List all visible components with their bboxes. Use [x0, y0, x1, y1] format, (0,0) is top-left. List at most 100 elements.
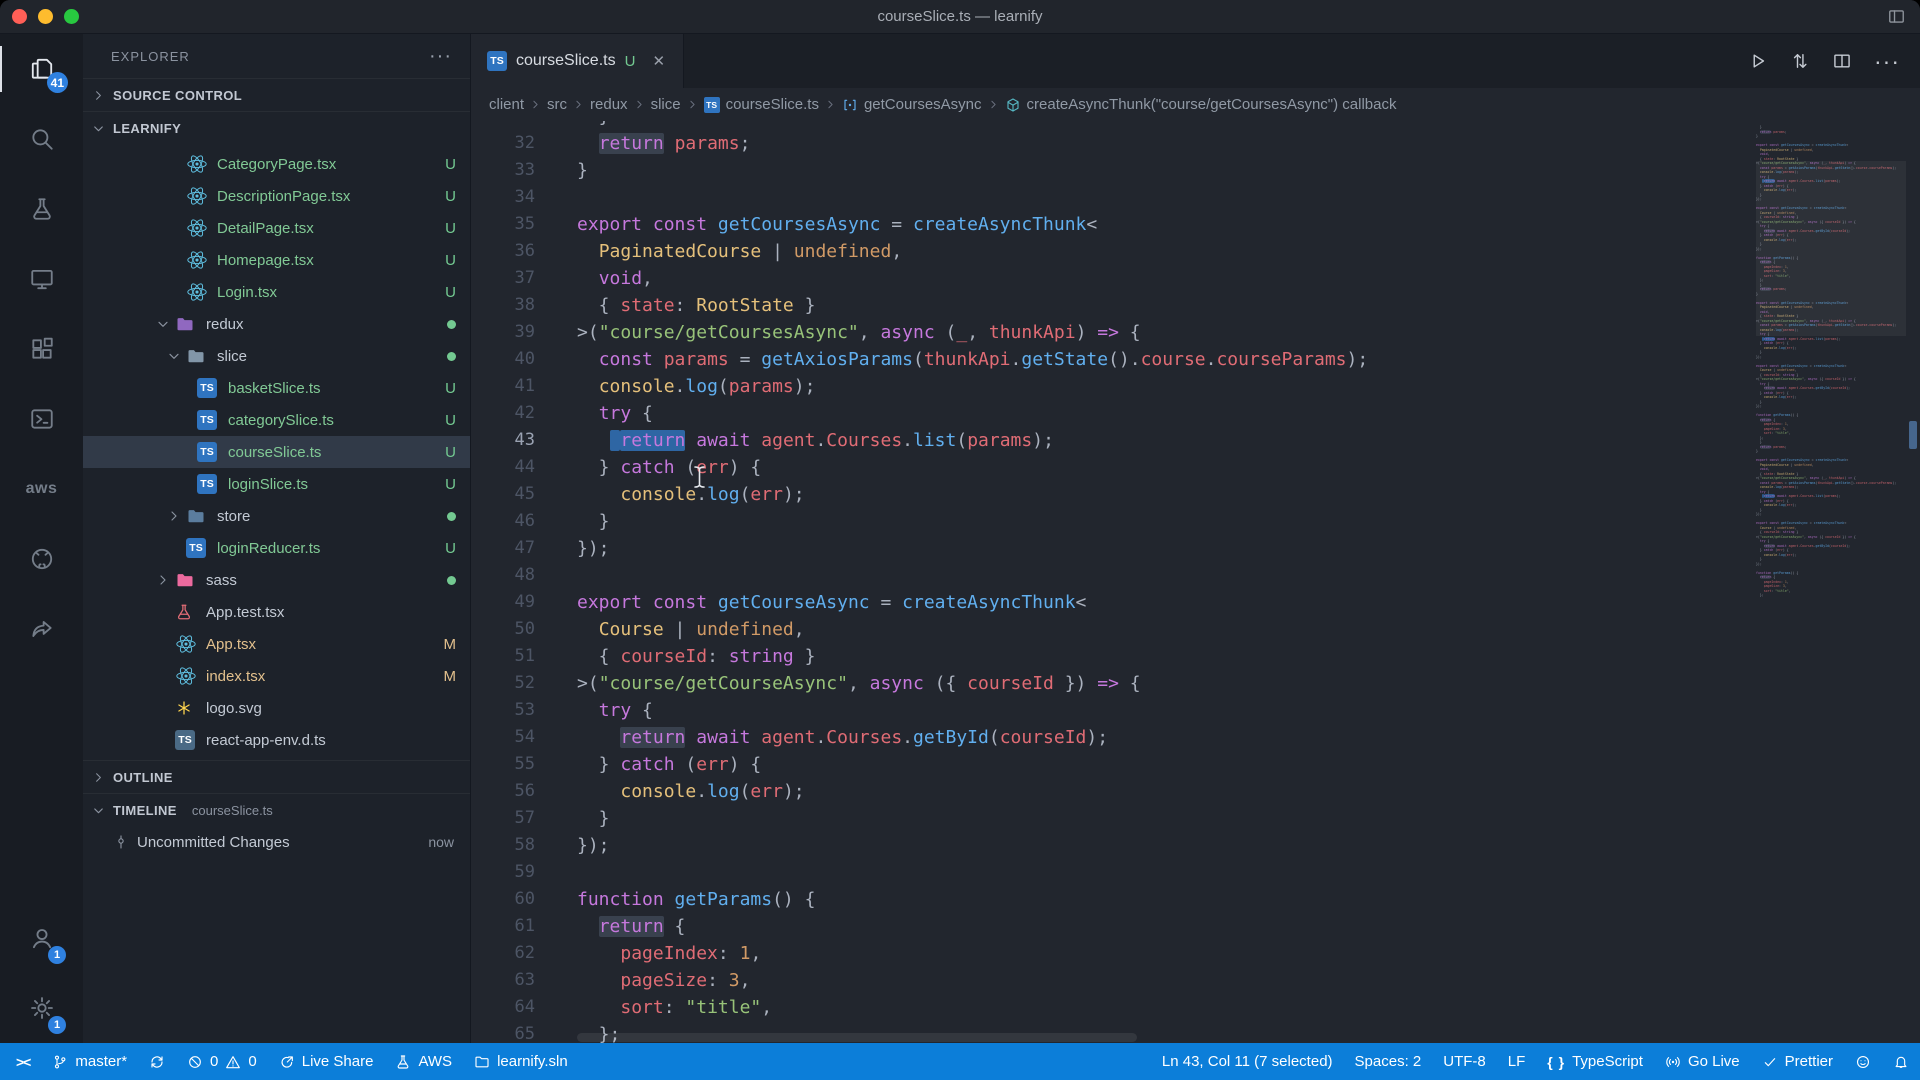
line-number[interactable]: 35	[471, 211, 577, 238]
code-line-58[interactable]: 58});	[471, 832, 1756, 859]
line-number[interactable]: 65	[471, 1021, 577, 1043]
more-actions-button[interactable]: ···	[429, 46, 452, 66]
line-number[interactable]: 32	[471, 130, 577, 157]
line-number[interactable]: 40	[471, 346, 577, 373]
tree-item-redux[interactable]: redux	[83, 308, 470, 340]
code-line-38[interactable]: 38 { state: RootState }	[471, 292, 1756, 319]
activity-explorer-icon[interactable]: 41	[0, 34, 83, 104]
line-number[interactable]: 51	[471, 643, 577, 670]
code-line-42[interactable]: 42 try {	[471, 400, 1756, 427]
tab-courseslice[interactable]: TS courseSlice.ts U ✕	[471, 34, 685, 88]
code-line-33[interactable]: 33}	[471, 157, 1756, 184]
breadcrumb-item-createasyncthunk[interactable]: createAsyncThunk("course/getCoursesAsync…	[1005, 96, 1396, 113]
code-line-64[interactable]: 64 sort: "title",	[471, 994, 1756, 1021]
activity-terminal-icon[interactable]	[0, 384, 83, 454]
code-line-32[interactable]: 32 return params;	[471, 130, 1756, 157]
status-feedback[interactable]	[1844, 1043, 1882, 1080]
code-line-35[interactable]: 35 export const getCoursesAsync = createA…	[471, 211, 1756, 238]
code-line-61[interactable]: 61 return {	[471, 913, 1756, 940]
code-line-45[interactable]: 45 console.log(err);	[471, 481, 1756, 508]
code-line-50[interactable]: 50 Course | undefined,	[471, 616, 1756, 643]
line-number[interactable]: 44	[471, 454, 577, 481]
code-line-36[interactable]: 36 PaginatedCourse | undefined,	[471, 238, 1756, 265]
status-prettier[interactable]: Prettier	[1751, 1043, 1844, 1080]
line-number[interactable]: 58	[471, 832, 577, 859]
tree-item-app-test-tsx[interactable]: App.test.tsx	[83, 596, 470, 628]
line-number[interactable]: 56	[471, 778, 577, 805]
line-number[interactable]: 45	[471, 481, 577, 508]
section-learnify[interactable]: LEARNIFY	[83, 111, 470, 144]
activity-github-icon[interactable]	[0, 524, 83, 594]
code-line-60[interactable]: 60 function getParams() {	[471, 886, 1756, 913]
line-number[interactable]: 55	[471, 751, 577, 778]
code-line-54[interactable]: 54 return await agent.Courses.getById(co…	[471, 724, 1756, 751]
activity-extensions-icon[interactable]	[0, 314, 83, 384]
code-line-55[interactable]: 55 } catch (err) {	[471, 751, 1756, 778]
tree-item-categorypage-tsx[interactable]: CategoryPage.tsx U	[83, 148, 470, 180]
line-number[interactable]: 43	[471, 427, 577, 454]
run-file-button[interactable]	[1748, 51, 1768, 71]
activity-live-share-icon[interactable]	[0, 594, 83, 664]
code-line-53[interactable]: 53 try {	[471, 697, 1756, 724]
breadcrumb-item-getcoursesasync[interactable]: getCoursesAsync	[842, 96, 982, 113]
breadcrumb-item-slice[interactable]: slice	[651, 96, 681, 113]
tree-item-login-tsx[interactable]: Login.tsx U	[83, 276, 470, 308]
line-number[interactable]: 38	[471, 292, 577, 319]
status-encoding[interactable]: UTF-8	[1432, 1043, 1497, 1080]
close-window-button[interactable]	[12, 9, 27, 24]
status-language[interactable]: { } TypeScript	[1536, 1043, 1654, 1080]
line-number[interactable]: 47	[471, 535, 577, 562]
line-number[interactable]: 62	[471, 940, 577, 967]
line-number[interactable]: 63	[471, 967, 577, 994]
status-live-share[interactable]: Live Share	[268, 1043, 385, 1080]
code-line-52[interactable]: 52 >("course/getCourseAsync", async ({ co…	[471, 670, 1756, 697]
status-solution[interactable]: learnify.sln	[463, 1043, 579, 1080]
line-number[interactable]: 52	[471, 670, 577, 697]
line-number[interactable]: 53	[471, 697, 577, 724]
activity-aws-icon[interactable]: aws	[0, 454, 83, 524]
line-number[interactable]: 50	[471, 616, 577, 643]
code-line-59[interactable]: 59	[471, 859, 1756, 886]
minimap-slider[interactable]	[1756, 161, 1906, 336]
line-number[interactable]: 54	[471, 724, 577, 751]
code-line-63[interactable]: 63 pageSize: 3,	[471, 967, 1756, 994]
activity-search-icon[interactable]	[0, 104, 83, 174]
code-line-49[interactable]: 49 export const getCourseAsync = createAs…	[471, 589, 1756, 616]
tree-item-index-tsx[interactable]: index.tsx M	[83, 660, 470, 692]
tree-item-slice[interactable]: slice	[83, 340, 470, 372]
activity-remote-explorer-icon[interactable]	[0, 244, 83, 314]
layout-toggle-icon[interactable]	[1887, 7, 1906, 26]
line-number[interactable]: 46	[471, 508, 577, 535]
status-cursor-position[interactable]: Ln 43, Col 11 (7 selected)	[1146, 1043, 1344, 1080]
code-line-56[interactable]: 56 console.log(err);	[471, 778, 1756, 805]
minimize-window-button[interactable]	[38, 9, 53, 24]
close-tab-button[interactable]: ✕	[648, 50, 669, 72]
tree-item-app-tsx[interactable]: App.tsx M	[83, 628, 470, 660]
code-editor[interactable]: 31 }32 return params;33}3435export const…	[471, 121, 1920, 1043]
code-line-46[interactable]: 46 }	[471, 508, 1756, 535]
code-line-40[interactable]: 40 const params = getAxiosParams(thunkAp…	[471, 346, 1756, 373]
code-area[interactable]: 31 }32 return params;33}3435export const…	[471, 121, 1756, 1043]
status-problems[interactable]: 00	[176, 1043, 268, 1080]
line-number[interactable]: 33	[471, 157, 577, 184]
line-number[interactable]: 36	[471, 238, 577, 265]
horizontal-scrollbar[interactable]	[577, 1033, 1137, 1042]
line-number[interactable]: 48	[471, 562, 577, 589]
code-line-39[interactable]: 39 >("course/getCoursesAsync", async (_, …	[471, 319, 1756, 346]
code-line-48[interactable]: 48	[471, 562, 1756, 589]
code-line-57[interactable]: 57 }	[471, 805, 1756, 832]
tree-item-react-app-env-d-ts[interactable]: TS react-app-env.d.ts	[83, 724, 470, 756]
breadcrumb-item-src[interactable]: src	[547, 96, 567, 113]
tree-item-sass[interactable]: sass	[83, 564, 470, 596]
section-timeline[interactable]: TIMELINE courseSlice.ts	[83, 793, 470, 826]
more-actions-button[interactable]: ···	[1874, 50, 1900, 73]
line-number[interactable]: 61	[471, 913, 577, 940]
code-line-44[interactable]: 44 } catch (err) {	[471, 454, 1756, 481]
status-aws[interactable]: AWS	[384, 1043, 463, 1080]
status-go-live[interactable]: Go Live	[1654, 1043, 1751, 1080]
tree-item-loginslice-ts[interactable]: TS loginSlice.ts U	[83, 468, 470, 500]
tree-item-detailpage-tsx[interactable]: DetailPage.tsx U	[83, 212, 470, 244]
line-number[interactable]: 49	[471, 589, 577, 616]
status-sync[interactable]	[138, 1043, 176, 1080]
line-number[interactable]: 37	[471, 265, 577, 292]
